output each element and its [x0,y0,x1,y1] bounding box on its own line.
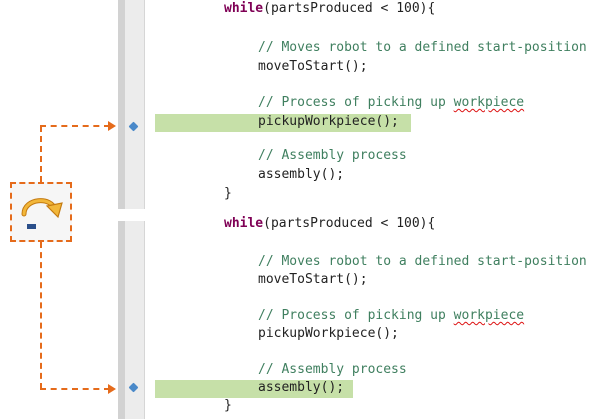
code-token: } [224,186,232,201]
code-token: moveToStart(); [258,59,368,74]
comment-token: workpiece [453,95,525,110]
code-editor-before-step: while(partsProduced < 100){ // Moves robo… [118,0,612,209]
code-line[interactable]: // Moves robot to a defined start-positi… [258,41,587,55]
current-code-line[interactable]: assembly(); [258,381,344,395]
comment-token: // Assembly process [258,148,407,163]
step-over-button[interactable] [10,182,72,242]
code-line[interactable]: // Assembly process [258,363,407,377]
code-line[interactable]: // Assembly process [258,149,407,163]
step-over-icon [21,198,63,229]
gutter-divider [144,0,145,209]
annotation-line-top-vertical [40,126,42,182]
code-line[interactable]: // Process of picking up workpiece [258,96,524,110]
editor-left-ruler [118,0,125,209]
code-line[interactable]: while(partsProduced < 100){ [224,217,435,231]
editor-left-ruler [118,221,125,419]
comment-token: workpiece [453,308,525,323]
editor-gutter[interactable] [125,0,144,209]
annotation-arrowhead-top [108,121,116,131]
code-token: pickupWorkpiece(); [258,326,399,341]
comment-token: // Moves robot to a defined start-positi… [258,254,587,269]
code-line[interactable]: } [224,187,232,201]
keyword-token: while [224,216,264,231]
code-token: (partsProduced < 100){ [263,1,436,16]
code-line[interactable]: moveToStart(); [258,273,368,287]
code-line[interactable]: // Process of picking up workpiece [258,309,524,323]
comment-token: // Moves robot to a defined start-positi… [258,40,587,55]
gutter-divider [144,221,145,419]
code-token: } [224,398,232,413]
annotation-arrowhead-bottom [108,384,116,394]
code-line[interactable]: // Moves robot to a defined start-positi… [258,255,587,269]
code-token: assembly(); [258,167,345,182]
code-token: moveToStart(); [258,272,368,287]
code-line[interactable]: while(partsProduced < 100){ [224,2,435,16]
comment-token: // Assembly process [258,362,407,377]
comment-token: // Process of picking up [258,308,454,323]
keyword-token: while [224,1,264,16]
annotation-line-bottom-vertical [40,242,42,389]
annotation-line-top-horizontal [40,125,110,127]
code-editor-after-step: while(partsProduced < 100){ // Moves robo… [118,217,612,419]
code-token: (partsProduced < 100){ [263,216,436,231]
code-line[interactable]: } [224,399,232,413]
code-line[interactable]: assembly(); [258,168,344,182]
code-line[interactable]: pickupWorkpiece(); [258,327,399,341]
annotation-line-bottom-horizontal [40,388,110,390]
code-line[interactable]: moveToStart(); [258,60,368,74]
code-token: pickupWorkpiece(); [258,114,399,129]
comment-token: // Process of picking up [258,95,454,110]
code-token: assembly(); [258,380,345,395]
current-code-line[interactable]: pickupWorkpiece(); [258,115,399,129]
